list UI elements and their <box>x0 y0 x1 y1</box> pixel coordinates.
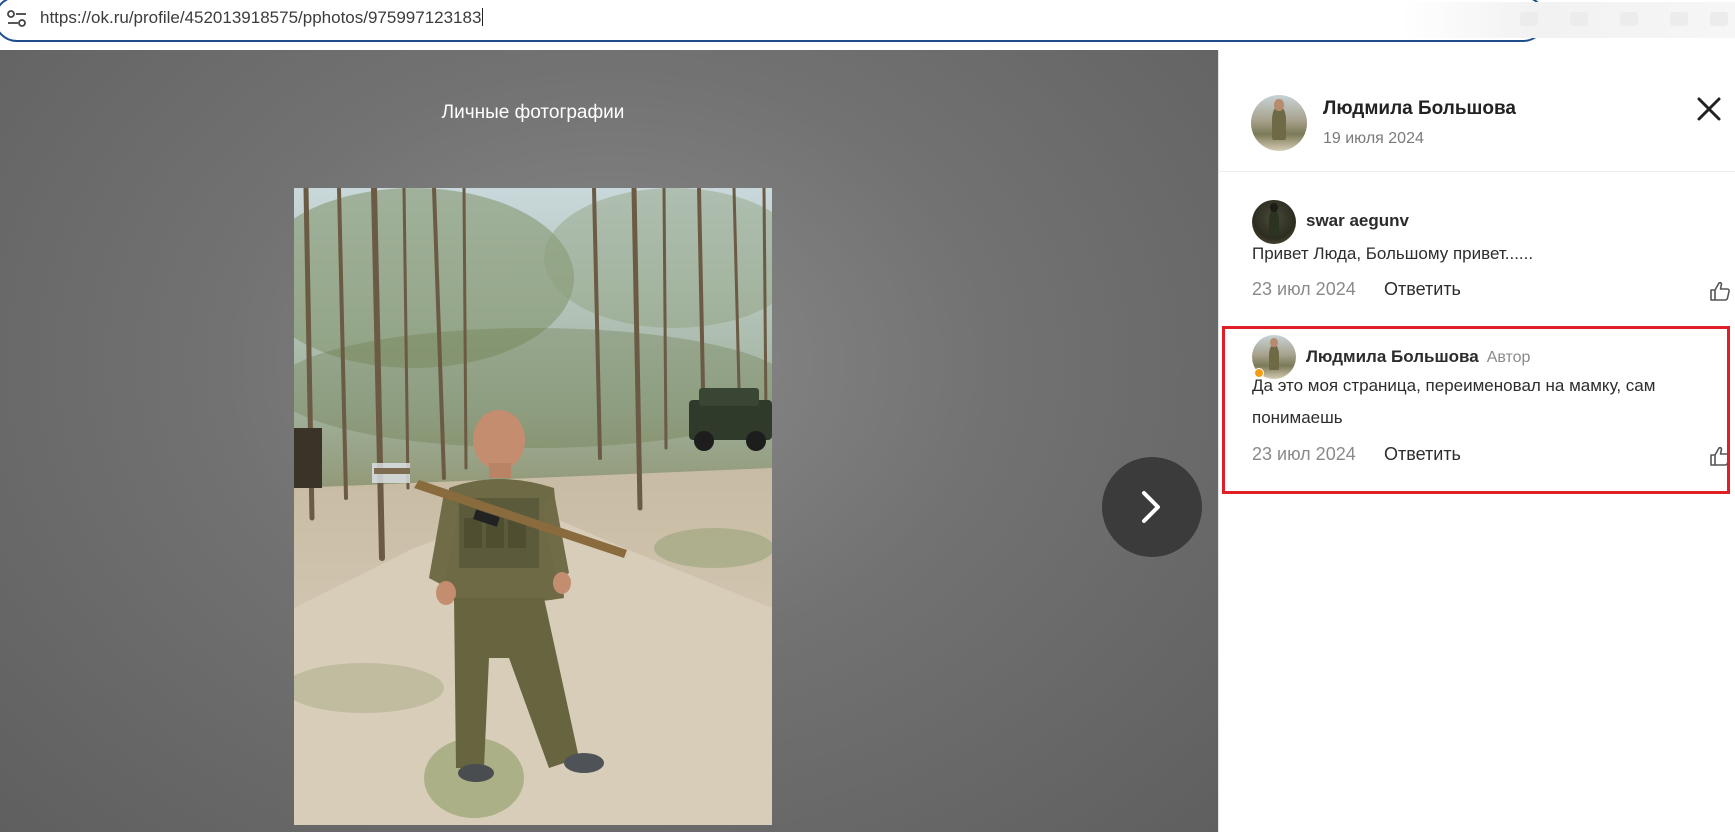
toolbar-icon[interactable] <box>1620 12 1638 26</box>
post-date: 19 июля 2024 <box>1323 130 1424 147</box>
chevron-right-icon <box>1142 491 1160 523</box>
comment-date: 23 июл 2024 <box>1252 279 1356 299</box>
photo-image <box>294 188 772 825</box>
toolbar-icon[interactable] <box>1670 12 1688 26</box>
toolbar-icon[interactable] <box>1570 12 1588 26</box>
avatar[interactable] <box>1251 95 1307 151</box>
comment-author[interactable]: swar aegunv <box>1306 211 1409 231</box>
browser-address-bar: https://ok.ru/profile/452013918575/pphot… <box>0 0 1735 50</box>
comment-text: Привет Люда, Большому привет...... <box>1252 244 1534 263</box>
url-input[interactable]: https://ok.ru/profile/452013918575/pphot… <box>0 0 1546 42</box>
post-author-name[interactable]: Людмила Большова <box>1323 98 1516 120</box>
toolbar-icon[interactable] <box>1520 12 1538 26</box>
reply-button[interactable]: Ответить <box>1384 279 1461 300</box>
url-text: https://ok.ru/profile/452013918575/pphot… <box>40 8 484 27</box>
album-title: Личные фотографии <box>441 102 625 123</box>
highlight-frame <box>1222 326 1730 494</box>
photo-viewer: Личные фотографии <box>0 50 1218 832</box>
toolbar-icon[interactable] <box>1710 12 1728 26</box>
photo[interactable] <box>294 188 772 825</box>
close-icon[interactable] <box>1695 95 1723 123</box>
browser-toolbar <box>1400 2 1735 38</box>
post-header: Людмила Большова 19 июля 2024 <box>1219 50 1735 172</box>
like-icon[interactable] <box>1709 280 1731 302</box>
next-photo-button[interactable] <box>1102 457 1202 557</box>
site-settings-icon[interactable] <box>6 9 28 29</box>
